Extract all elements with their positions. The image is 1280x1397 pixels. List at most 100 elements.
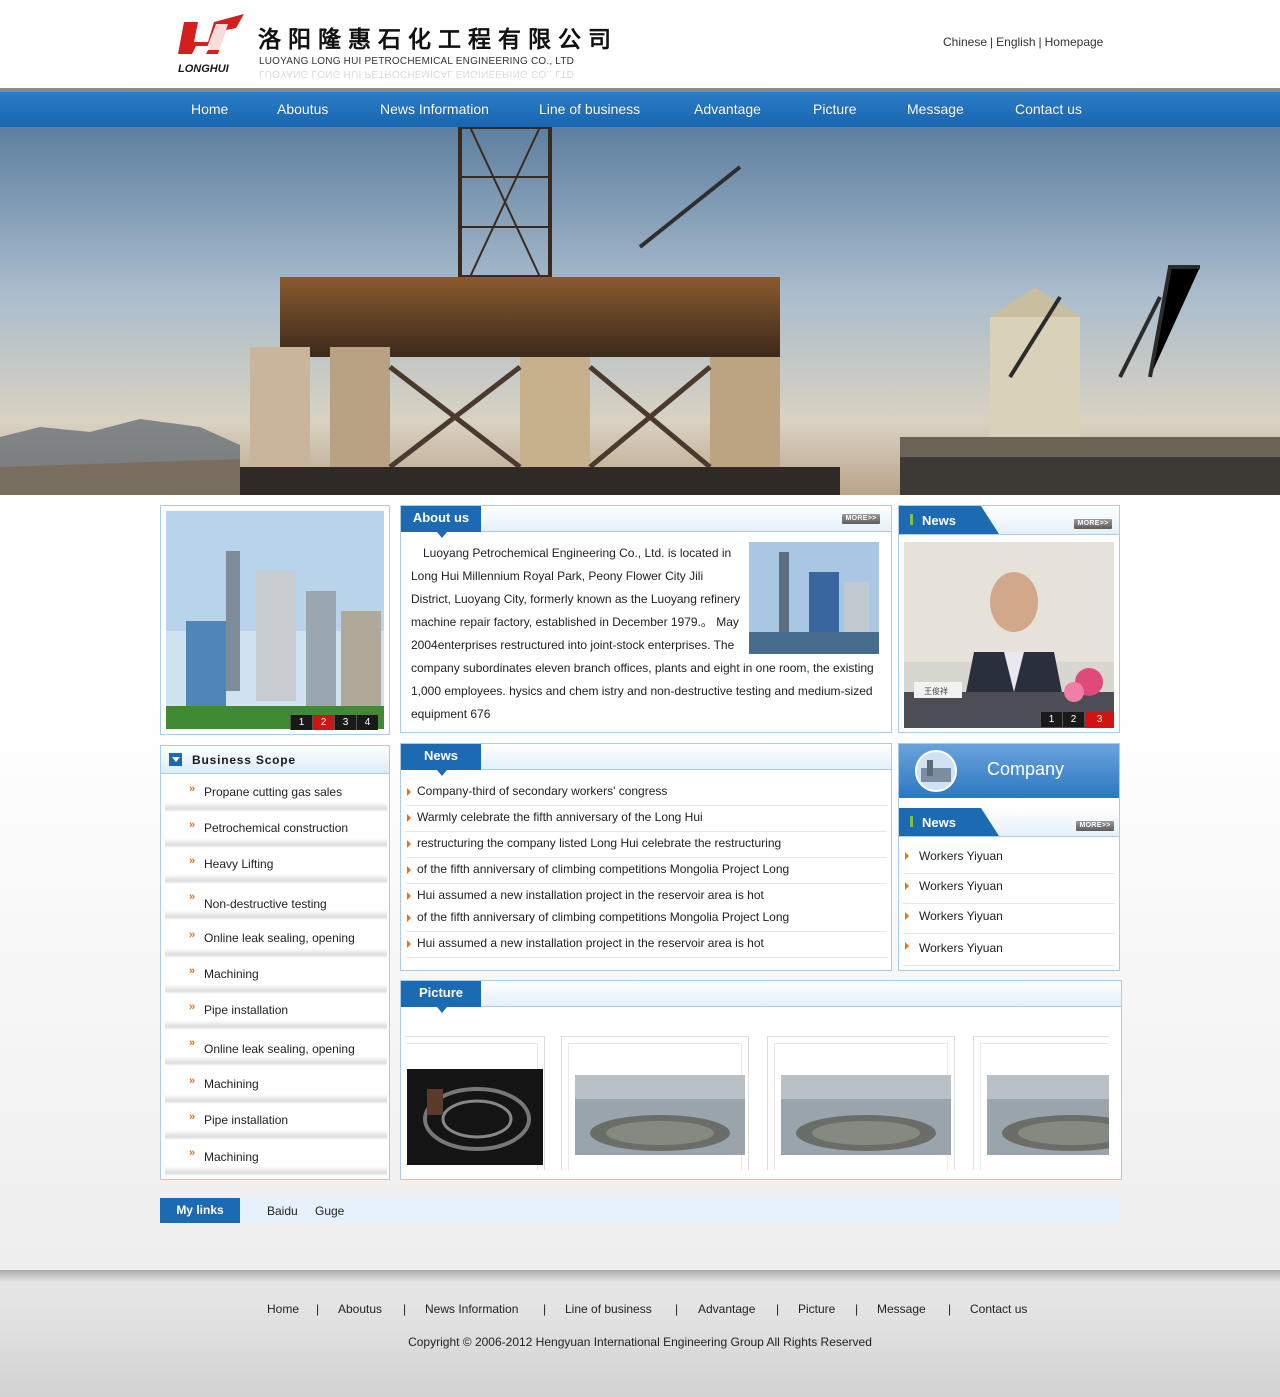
footer-link-picture[interactable]: Picture: [798, 1302, 835, 1316]
news-item[interactable]: Hui assumed a new installation project i…: [405, 884, 887, 906]
gallery-image-tank-site: [575, 1075, 745, 1155]
footer-link-advantage[interactable]: Advantage: [698, 1302, 755, 1316]
footer-separator: |: [675, 1302, 679, 1316]
nav-line-of-business[interactable]: Line of business: [539, 101, 640, 117]
nav-advantage[interactable]: Advantage: [694, 101, 761, 117]
news-panel: News Company-third of secondary workers'…: [400, 743, 892, 971]
news-item[interactable]: Company-third of secondary workers' cong…: [405, 780, 887, 806]
news-photo-more-button[interactable]: MORE>>: [1074, 519, 1112, 529]
right-news-item[interactable]: Workers Yiyuan: [903, 844, 1115, 874]
scope-item[interactable]: » Petrochemical construction: [165, 812, 387, 848]
picture-gallery: [405, 1030, 1109, 1170]
scope-item[interactable]: » Online leak sealing, opening: [165, 922, 387, 958]
about-more-button[interactable]: MORE>>: [842, 514, 880, 524]
company-name-en: LUOYANG LONG HUI PETROCHEMICAL ENGINEERI…: [259, 56, 575, 67]
scope-item[interactable]: » Non-destructive testing: [165, 884, 387, 922]
link-baidu[interactable]: Baidu: [267, 1204, 298, 1218]
right-news-item[interactable]: Workers Yiyuan: [903, 904, 1115, 934]
right-news-header: News MORE>>: [899, 808, 1119, 837]
right-news-item[interactable]: Workers Yiyuan: [903, 934, 1115, 966]
double-arrow-icon: »: [189, 1075, 195, 1087]
gallery-item[interactable]: [405, 1036, 545, 1170]
scope-item[interactable]: » Propane cutting gas sales: [165, 776, 387, 812]
news-photo-title: News: [922, 513, 956, 528]
right-news-item[interactable]: Workers Yiyuan: [903, 874, 1115, 904]
news-thumb-2[interactable]: 2: [1062, 712, 1084, 727]
scope-item[interactable]: » Pipe installation: [165, 994, 387, 1030]
gallery-image-machinery: [407, 1069, 543, 1165]
footer-separator: |: [403, 1302, 407, 1316]
refinery-photo: [166, 511, 384, 729]
footer-separator: |: [948, 1302, 952, 1316]
news-item[interactable]: Warmly celebrate the fifth anniversary o…: [405, 806, 887, 832]
nav-news-information[interactable]: News Information: [380, 101, 489, 117]
language-links: Chinese | English | Homepage: [943, 35, 1103, 49]
footer-separator: |: [543, 1302, 547, 1316]
scope-item[interactable]: » Pipe installation: [165, 1104, 387, 1140]
double-arrow-icon: »: [189, 855, 195, 867]
scope-item[interactable]: » Machining: [165, 958, 387, 994]
gallery-item[interactable]: [973, 1036, 1109, 1170]
news-item[interactable]: Hui assumed a new installation project i…: [405, 932, 887, 958]
double-arrow-icon: »: [189, 1147, 195, 1159]
nav-contact-us[interactable]: Contact us: [1015, 101, 1082, 117]
slider-thumb-2[interactable]: 2: [312, 715, 334, 730]
news-thumb-1[interactable]: 1: [1040, 712, 1062, 727]
site-header: LONGHUI 洛阳隆惠石化工程有限公司 LUOYANG LONG HUI PE…: [0, 0, 1280, 88]
right-news-more-button[interactable]: MORE>>: [1076, 821, 1114, 831]
company-banner[interactable]: Company: [899, 744, 1119, 798]
homepage-link[interactable]: Homepage: [1045, 35, 1104, 49]
english-link[interactable]: English: [996, 35, 1035, 49]
company-name-en-reflection: LUOYANG LONG HUI PETROCHEMICAL ENGINEERI…: [259, 68, 575, 79]
scope-item[interactable]: » Machining: [165, 1068, 387, 1104]
slider-thumb-3[interactable]: 3: [334, 715, 356, 730]
news-title: News: [401, 744, 481, 776]
slider-thumb-4[interactable]: 4: [356, 715, 378, 730]
about-us-title: About us: [401, 506, 481, 538]
scope-item[interactable]: » Heavy Lifting: [165, 848, 387, 884]
double-arrow-icon: »: [189, 819, 195, 831]
left-image-slider: 1 2 3 4: [160, 505, 390, 735]
picture-title: Picture: [401, 981, 481, 1013]
svg-text:王俊祥: 王俊祥: [924, 686, 948, 696]
about-us-header: About us MORE>>: [401, 506, 891, 538]
double-arrow-icon: »: [189, 783, 195, 795]
nav-home[interactable]: Home: [191, 101, 228, 117]
gallery-item[interactable]: [767, 1036, 955, 1170]
scope-item[interactable]: » Machining: [165, 1140, 387, 1176]
company-banner-label: Company: [987, 759, 1065, 779]
scope-item[interactable]: » Online leak sealing, opening: [165, 1030, 387, 1068]
company-globe-icon: [915, 750, 957, 792]
news-list: Company-third of secondary workers' cong…: [405, 780, 887, 958]
link-guge[interactable]: Guge: [315, 1204, 344, 1218]
plant-photo: [749, 542, 879, 654]
footer-link-news-information[interactable]: News Information: [425, 1302, 518, 1316]
footer-link-aboutus[interactable]: Aboutus: [338, 1302, 382, 1316]
slider-thumb-1[interactable]: 1: [290, 715, 312, 730]
separator: |: [990, 35, 994, 49]
footer-separator: |: [855, 1302, 859, 1316]
double-arrow-icon: »: [189, 1111, 195, 1123]
news-thumb-3[interactable]: 3: [1084, 712, 1114, 727]
site-footer: Home | Aboutus | News Information | Line…: [0, 1270, 1280, 1397]
footer-link-message[interactable]: Message: [877, 1302, 926, 1316]
gallery-item[interactable]: [561, 1036, 749, 1170]
copyright-text: Copyright © 2006-2012 Hengyuan Internati…: [408, 1335, 872, 1349]
nav-message[interactable]: Message: [907, 101, 964, 117]
news-item[interactable]: restructuring the company listed Long Hu…: [405, 832, 887, 858]
nav-aboutus[interactable]: Aboutus: [277, 101, 328, 117]
footer-link-home[interactable]: Home: [267, 1302, 299, 1316]
chinese-link[interactable]: Chinese: [943, 35, 987, 49]
double-arrow-icon: »: [189, 891, 195, 903]
business-scope-panel: Business Scope » Propane cutting gas sale…: [160, 745, 390, 1180]
news-photo-panel: News MORE>> 王俊祥 1 2 3: [898, 505, 1120, 733]
news-item[interactable]: of the fifth anniversary of climbing com…: [405, 858, 887, 884]
scope-dropdown-icon: [169, 753, 182, 766]
right-news-list: Workers Yiyuan Workers Yiyuan Workers Yi…: [903, 844, 1115, 966]
longhui-logo-icon[interactable]: LONGHUI: [176, 14, 246, 76]
footer-link-line-of-business[interactable]: Line of business: [565, 1302, 652, 1316]
footer-link-contact-us[interactable]: Contact us: [970, 1302, 1027, 1316]
news-item[interactable]: of the fifth anniversary of climbing com…: [405, 906, 887, 932]
nav-picture[interactable]: Picture: [813, 101, 857, 117]
news-photo-header: News MORE>>: [899, 506, 1119, 535]
